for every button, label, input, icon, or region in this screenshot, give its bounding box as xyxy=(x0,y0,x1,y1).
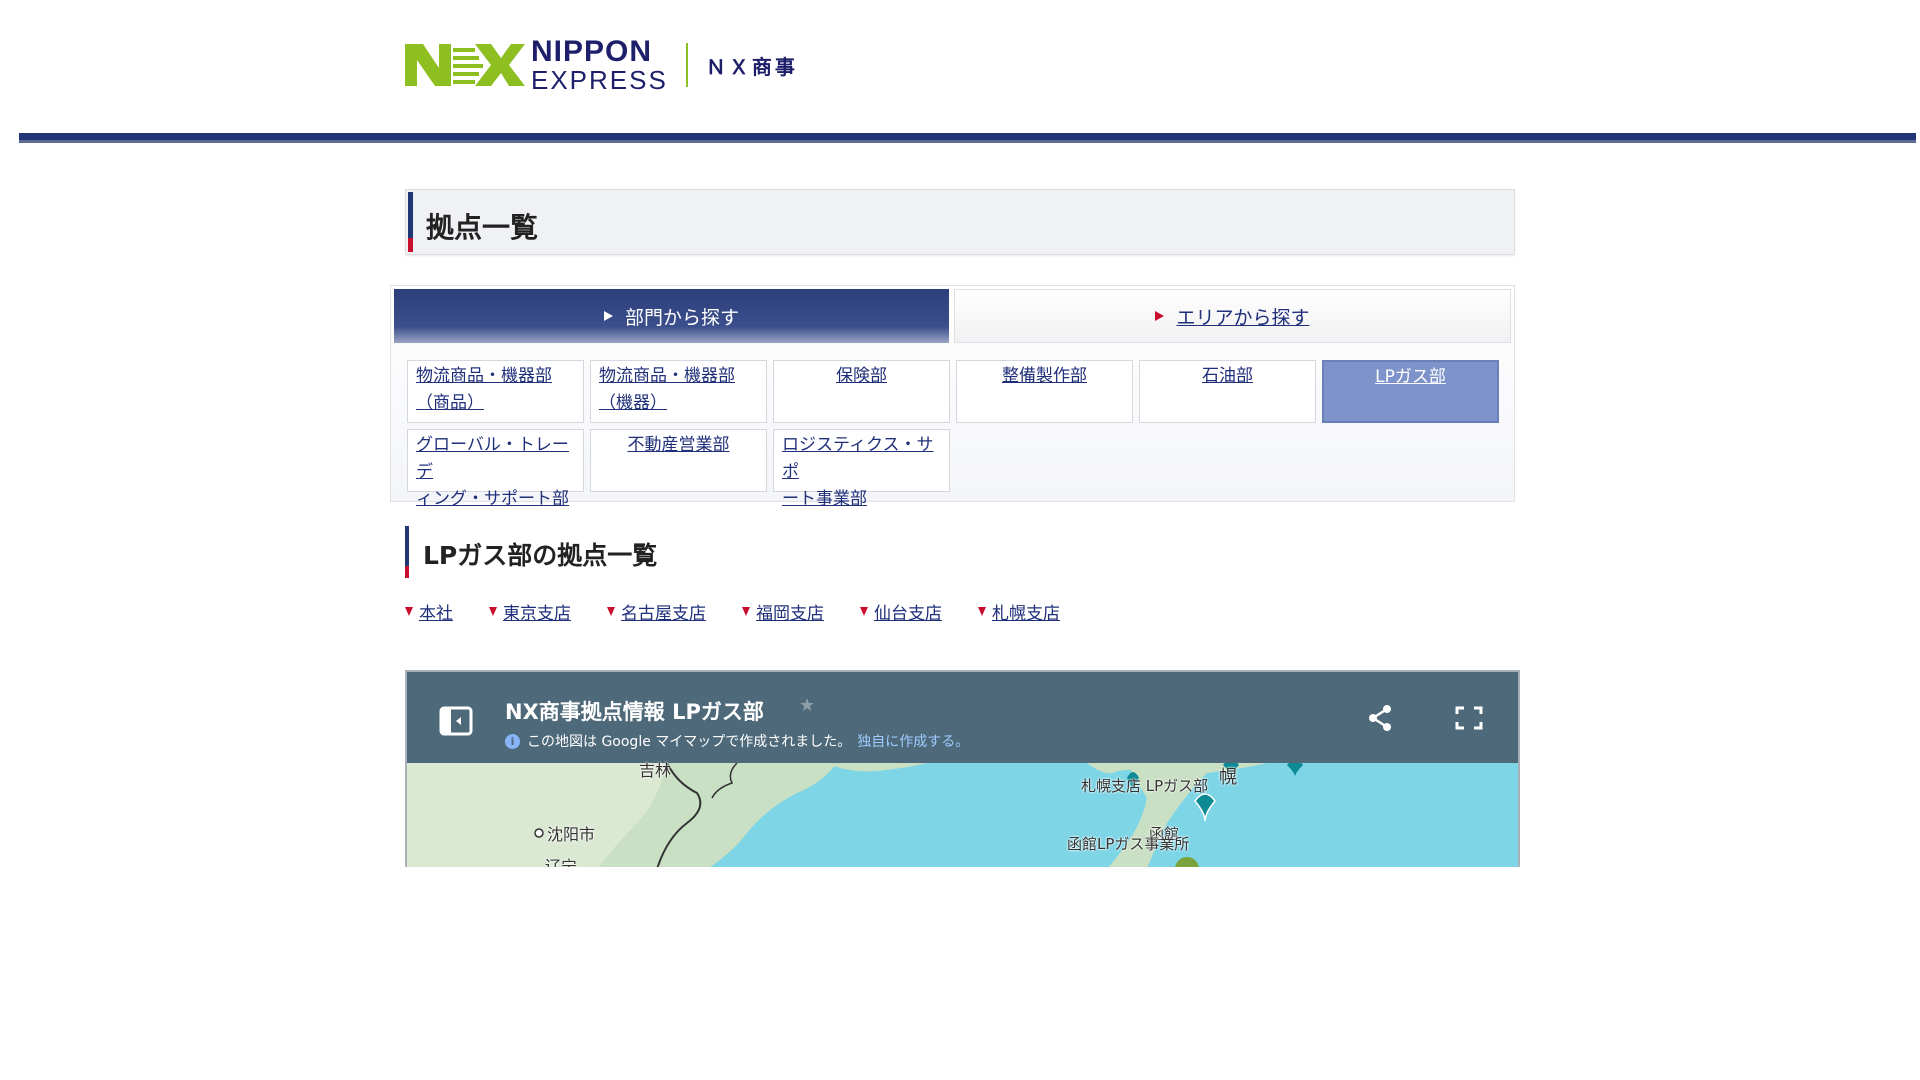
dept-label: LPガス部 xyxy=(1375,367,1446,387)
triangle-right-icon xyxy=(1155,311,1165,321)
triangle-down-icon xyxy=(489,607,497,616)
map-terrain xyxy=(407,763,1518,867)
triangle-right-icon xyxy=(603,311,613,321)
page-title-box: 拠点一覧 xyxy=(405,189,1515,255)
dept-label: ィング・サポート部 xyxy=(416,489,569,509)
fullscreen-icon[interactable] xyxy=(1455,706,1483,730)
dept-insurance[interactable]: 保険部 xyxy=(773,360,950,423)
anchor-label[interactable]: 札幌支店 xyxy=(992,599,1060,624)
dept-label: ロジスティクス・サポ xyxy=(782,435,934,482)
anchor-label[interactable]: 本社 xyxy=(419,599,453,624)
map-label-liaoning: 辽宁 xyxy=(545,857,578,867)
anchor-sapporo[interactable]: 札幌支店 xyxy=(978,599,1060,624)
map-label-hakodate-office[interactable]: 函館LPガス事業所 xyxy=(1067,833,1189,854)
dept-global-trading-support[interactable]: グローバル・トレーデ ィング・サポート部 xyxy=(407,429,584,509)
dept-label: ート事業部 xyxy=(782,489,867,509)
map-label-jilin: 吉林 xyxy=(639,761,672,780)
anchor-nagoya[interactable]: 名古屋支店 xyxy=(607,599,706,624)
branch-anchor-links: 本社 東京支店 名古屋支店 福岡支店 仙台支店 札幌支店 xyxy=(405,599,1096,624)
triangle-down-icon xyxy=(860,607,868,616)
company-name: ＮＸ商事 xyxy=(705,54,798,79)
section-title: LPガス部の拠点一覧 xyxy=(423,541,658,570)
google-mymap-embed[interactable]: NX商事拠点情報 LPガス部 ★ i この地図は Google マイマップで作成… xyxy=(405,670,1520,867)
dept-real-estate-sales[interactable]: 不動産営業部 xyxy=(590,429,767,492)
map-header-bar: NX商事拠点情報 LPガス部 ★ i この地図は Google マイマップで作成… xyxy=(407,672,1518,763)
dept-label: 物流商品・機器部 xyxy=(416,366,552,386)
dept-label: 不動産営業部 xyxy=(627,435,730,455)
map-subtitle-text: この地図は Google マイマップで作成されました。 xyxy=(527,734,852,750)
triangle-down-icon xyxy=(607,607,615,616)
nx-logo-icon xyxy=(405,44,525,86)
star-icon[interactable]: ★ xyxy=(799,695,815,716)
logo-express: EXPRESS xyxy=(531,65,668,95)
title-accent-red xyxy=(408,238,413,252)
dept-maintenance-manufacturing[interactable]: 整備製作部 xyxy=(956,360,1133,423)
map-create-link[interactable]: 独自に作成する。 xyxy=(857,731,969,751)
dept-petroleum[interactable]: 石油部 xyxy=(1139,360,1316,423)
anchor-fukuoka[interactable]: 福岡支店 xyxy=(742,599,824,624)
nippon-express-logo[interactable]: NIPPON EXPRESS ＮＸ商事 xyxy=(405,37,798,93)
map-title: NX商事拠点情報 LPガス部 xyxy=(505,700,764,724)
anchor-label[interactable]: 福岡支店 xyxy=(756,599,824,624)
site-header: NIPPON EXPRESS ＮＸ商事 xyxy=(0,0,1920,150)
anchor-label[interactable]: 仙台支店 xyxy=(874,599,942,624)
dept-lp-gas[interactable]: LPガス部 xyxy=(1322,360,1499,423)
triangle-down-icon xyxy=(405,607,413,616)
dept-label: 整備製作部 xyxy=(1002,366,1087,386)
info-icon: i xyxy=(505,733,520,749)
tab-label: 部門から探す xyxy=(624,306,739,329)
dept-logistics-support[interactable]: ロジスティクス・サポ ート事業部 xyxy=(773,429,950,509)
anchor-head-office[interactable]: 本社 xyxy=(405,599,453,624)
dept-label: 物流商品・機器部 xyxy=(599,366,735,386)
anchor-tokyo[interactable]: 東京支店 xyxy=(489,599,571,624)
logo-wordmark: NIPPON EXPRESS xyxy=(531,35,668,95)
side-panel-icon[interactable] xyxy=(439,706,473,736)
triangle-down-icon xyxy=(978,607,986,616)
page-title: 拠点一覧 xyxy=(426,211,539,244)
map-label-sapporo-branch[interactable]: 札幌支店 LPガス部 xyxy=(1081,775,1208,796)
anchor-label[interactable]: 名古屋支店 xyxy=(621,599,706,624)
map-label-sapporo-city: 幌 xyxy=(1219,767,1237,788)
dept-logistics-products-equipment[interactable]: 物流商品・機器部 （機器） xyxy=(590,360,767,423)
dept-label: （商品） xyxy=(416,393,484,413)
search-tabs: 部門から探す エリアから探す 物流商品・機器部 （商品） 物流商品・機器部 （機… xyxy=(390,285,1515,509)
logo-nippon: NIPPON xyxy=(531,35,653,68)
section-accent-red xyxy=(405,566,409,578)
dept-label: 保険部 xyxy=(836,366,887,386)
dept-label: 石油部 xyxy=(1202,366,1253,386)
header-divider-bar xyxy=(19,133,1916,143)
map-canvas[interactable]: 吉林 沈阳市 辽宁 幌 札幌支店 LPガス部 函館 函館LPガス事業所 xyxy=(407,761,1518,867)
dept-label: グローバル・トレーデ xyxy=(416,435,569,482)
tab-label: エリアから探す xyxy=(1176,306,1310,329)
anchor-sendai[interactable]: 仙台支店 xyxy=(860,599,942,624)
share-icon[interactable] xyxy=(1367,704,1393,732)
dept-label: （機器） xyxy=(599,393,667,413)
anchor-label[interactable]: 東京支店 xyxy=(503,599,571,624)
triangle-down-icon xyxy=(742,607,750,616)
dept-logistics-products-goods[interactable]: 物流商品・機器部 （商品） xyxy=(407,360,584,423)
logo-divider xyxy=(685,43,688,87)
tab-by-area[interactable]: エリアから探す xyxy=(954,289,1511,343)
tab-by-department[interactable]: 部門から探す xyxy=(394,289,949,343)
map-label-shenyang: 沈阳市 xyxy=(547,825,596,844)
map-subtitle: i この地図は Google マイマップで作成されました。 独自に作成する。 xyxy=(505,731,969,751)
